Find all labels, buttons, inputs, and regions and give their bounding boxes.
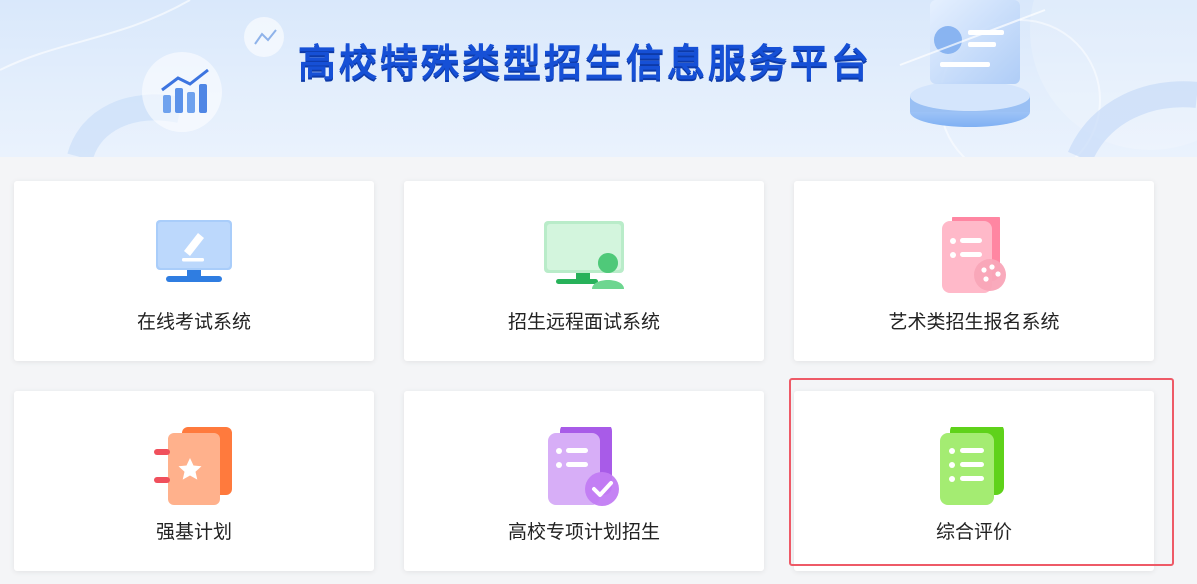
card-label: 强基计划 — [155, 521, 232, 543]
card-art-registration[interactable]: 艺术类招生报名系统 — [794, 181, 1154, 361]
star-notebook-icon — [154, 427, 232, 505]
page-title: 高校特殊类型招生信息服务平台 — [298, 41, 873, 85]
card-label: 高校专项计划招生 — [507, 521, 660, 543]
monitor-pen-icon — [156, 220, 232, 282]
palette-document-icon — [942, 217, 1006, 293]
card-label: 艺术类招生报名系统 — [888, 311, 1060, 333]
card-label: 招生远程面试系统 — [507, 311, 660, 333]
card-label: 在线考试系统 — [136, 311, 251, 333]
card-remote-interview[interactable]: 招生远程面试系统 — [404, 181, 764, 361]
header-banner: 高校特殊类型招生信息服务平台 — [0, 0, 1197, 157]
card-special-plan-admission[interactable]: 高校专项计划招生 — [404, 391, 764, 571]
card-online-exam[interactable]: 在线考试系统 — [14, 181, 374, 361]
card-comprehensive-evaluation[interactable]: 综合评价 — [794, 391, 1154, 571]
monitor-user-icon — [544, 221, 624, 289]
card-strong-foundation-plan[interactable]: 强基计划 — [14, 391, 374, 571]
list-document-icon — [940, 427, 1004, 505]
card-label: 综合评价 — [935, 521, 1012, 543]
checklist-document-icon — [548, 427, 619, 506]
